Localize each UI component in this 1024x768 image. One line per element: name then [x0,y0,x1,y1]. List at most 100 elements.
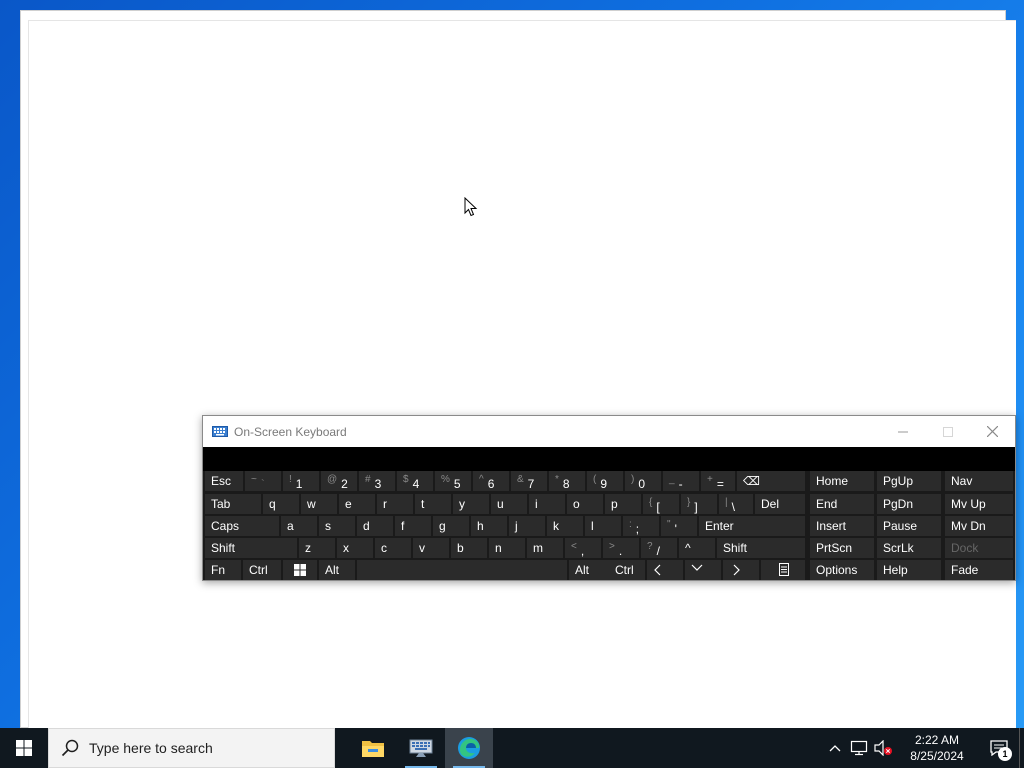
key-label: c [381,541,387,555]
key-up-arrow[interactable]: ^ [679,538,715,558]
key-options[interactable]: Options [810,560,874,580]
key-backspace[interactable]: ⌫ [737,471,805,491]
key-equals[interactable]: + = [701,471,735,491]
key-prtscn[interactable]: PrtScn [810,538,874,558]
key-minus[interactable]: _ - [663,471,699,491]
maximize-button[interactable] [925,416,970,447]
key-comma[interactable]: <, [565,538,601,558]
key-scrlk[interactable]: ScrLk [877,538,941,558]
volume-tray-button[interactable] [871,728,895,768]
key-left-ctrl[interactable]: Ctrl [243,560,281,580]
key-m[interactable]: m [527,538,563,558]
key-fade[interactable]: Fade [945,560,1013,580]
key-help[interactable]: Help [877,560,941,580]
key-x[interactable]: x [337,538,373,558]
key-c[interactable]: c [375,538,411,558]
key-period[interactable]: >. [603,538,639,558]
show-hidden-icons-button[interactable] [823,728,847,768]
key-9[interactable]: (9 [587,471,623,491]
key-1[interactable]: ! 1 [283,471,319,491]
key-semicolon[interactable]: :; [623,516,659,536]
key-shift-label: ? [647,541,653,552]
key-k[interactable]: k [547,516,583,536]
key-0[interactable]: ) 0 [625,471,661,491]
key-menu[interactable] [761,560,805,580]
key-enter[interactable]: Enter [699,516,805,536]
key-backslash[interactable]: | \ [719,494,753,514]
key-n[interactable]: n [489,538,525,558]
key-left-alt[interactable]: Alt [319,560,355,580]
clock[interactable]: 2:22 AM 8/25/2024 [901,732,973,764]
key-left-shift[interactable]: Shift [205,538,297,558]
key-l[interactable]: l [585,516,621,536]
show-desktop-button[interactable] [1019,728,1024,768]
key-left-bracket[interactable]: {[ [643,494,679,514]
key-e[interactable]: e [339,494,375,514]
file-explorer-button[interactable] [349,728,397,768]
key-pgup[interactable]: PgUp [877,471,941,491]
key-right-shift[interactable]: Shift [717,538,805,558]
key-6[interactable]: ^ 6 [473,471,509,491]
key-8[interactable]: * 8 [549,471,585,491]
key-space[interactable] [357,560,567,580]
key-f[interactable]: f [395,516,431,536]
key-mv-up[interactable]: Mv Up [945,494,1013,514]
key-insert[interactable]: Insert [810,516,874,536]
key-esc[interactable]: Esc [205,471,243,491]
key-right-bracket[interactable]: }] [681,494,717,514]
key-y[interactable]: y [453,494,489,514]
key-slash[interactable]: ? / [641,538,677,558]
key-r[interactable]: r [377,494,413,514]
key-j[interactable]: j [509,516,545,536]
key-q[interactable]: q [263,494,299,514]
key-2[interactable]: @2 [321,471,357,491]
key-o[interactable]: o [567,494,603,514]
key-i[interactable]: i [529,494,565,514]
key-backtick[interactable]: ~ ` [245,471,281,491]
edge-taskbar-button[interactable] [445,728,493,768]
key-mv-dn[interactable]: Mv Dn [945,516,1013,536]
minimize-button[interactable] [880,416,925,447]
key-caps[interactable]: Caps [205,516,279,536]
key-quote[interactable]: " ' [661,516,697,536]
key-label: f [401,519,405,533]
action-center-button[interactable]: 1 [979,728,1019,768]
key-5[interactable]: % 5 [435,471,471,491]
key-tab[interactable]: Tab [205,494,261,514]
key-z[interactable]: z [299,538,335,558]
key-b[interactable]: b [451,538,487,558]
network-tray-button[interactable] [847,728,871,768]
key-3[interactable]: #3 [359,471,395,491]
close-button[interactable] [970,416,1015,447]
on-screen-keyboard-taskbar-button[interactable] [397,728,445,768]
key-pgdn[interactable]: PgDn [877,494,941,514]
osk-titlebar[interactable]: On-Screen Keyboard [203,416,1015,447]
key-windows[interactable] [283,560,317,580]
key-v[interactable]: v [413,538,449,558]
key-p[interactable]: p [605,494,641,514]
key-h[interactable]: h [471,516,507,536]
key-g[interactable]: g [433,516,469,536]
key-nav[interactable]: Nav [945,471,1013,491]
key-u[interactable]: u [491,494,527,514]
key-end[interactable]: End [810,494,874,514]
key-del[interactable]: Del [755,494,805,514]
search-input[interactable] [89,740,309,756]
key-home[interactable]: Home [810,471,874,491]
key-right-ctrl[interactable]: Ctrl [609,560,645,580]
key-pause[interactable]: Pause [877,516,941,536]
key-dock[interactable]: Dock [945,538,1013,558]
key-s[interactable]: s [319,516,355,536]
key-4[interactable]: $4 [397,471,433,491]
key-t[interactable]: t [415,494,451,514]
key-a[interactable]: a [281,516,317,536]
key-fn[interactable]: Fn [205,560,241,580]
key-down-arrow[interactable] [685,560,721,580]
taskbar-search-box[interactable] [48,728,335,768]
start-button[interactable] [0,728,48,768]
key-w[interactable]: w [301,494,337,514]
key-7[interactable]: & 7 [511,471,547,491]
key-right-arrow[interactable] [723,560,759,580]
key-d[interactable]: d [357,516,393,536]
key-left-arrow[interactable] [647,560,683,580]
